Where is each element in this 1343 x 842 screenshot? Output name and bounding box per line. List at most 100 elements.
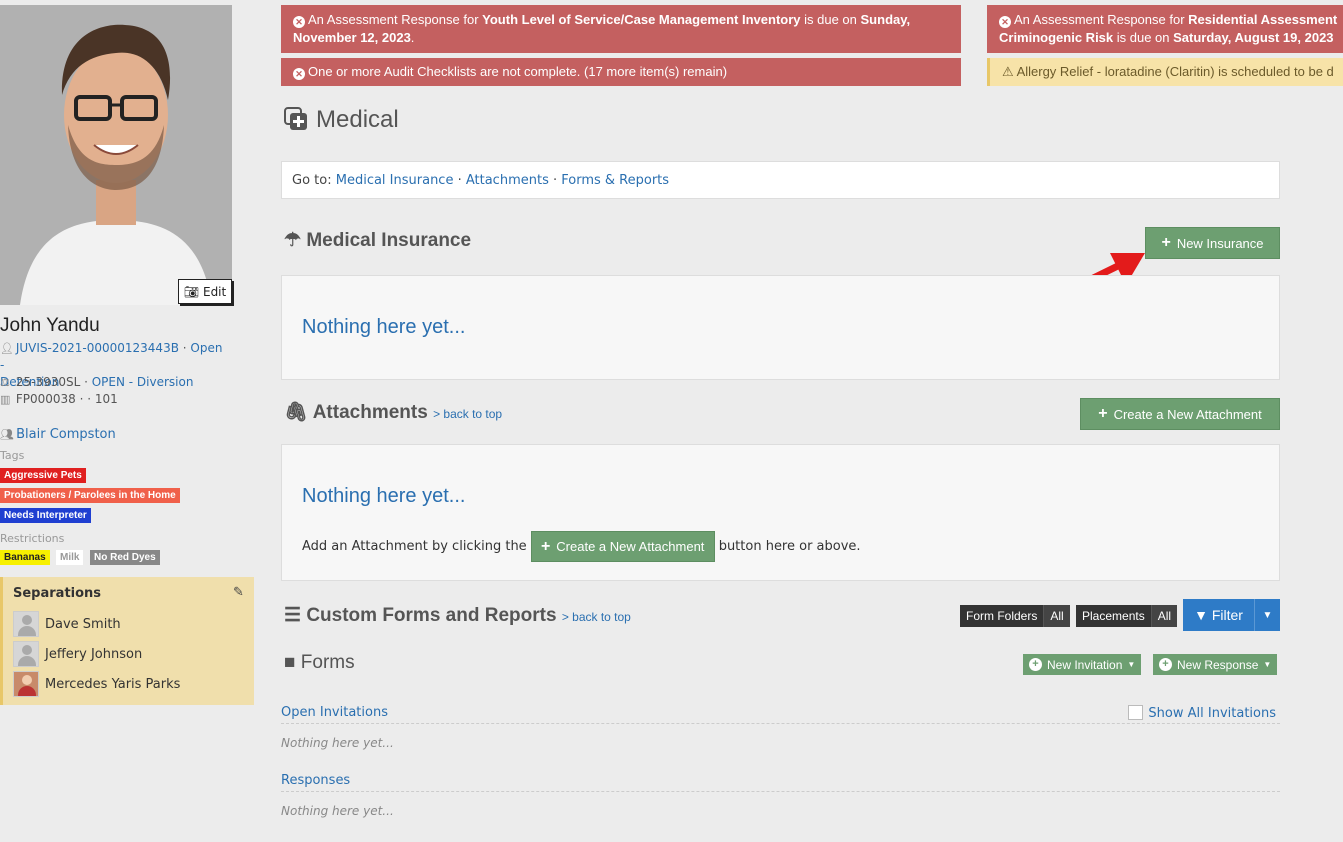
tag-probationers: Probationers / Parolees in the Home <box>0 488 180 503</box>
plus-icon: + <box>540 537 551 555</box>
responses-header: Responses <box>281 773 1280 792</box>
tag-needs-interpreter: Needs Interpreter <box>0 508 91 523</box>
alert-text: An Assessment Response for <box>308 12 483 27</box>
insurance-empty-message: Nothing here yet... <box>302 316 466 338</box>
inline-create-attachment-button[interactable]: + Create a New Attachment <box>530 531 715 562</box>
custom-forms-title: Custom Forms and Reports <box>306 605 557 626</box>
placements-button[interactable]: Placements All <box>1076 605 1178 627</box>
responses-label[interactable]: Responses <box>281 773 350 788</box>
close-circle-icon[interactable]: ✕ <box>293 68 305 80</box>
separations-title: Separations <box>13 586 102 601</box>
alert-text: Allergy Relief - loratadine (Claritin) i… <box>1016 64 1334 79</box>
group-icon: 👥︎ <box>0 428 14 441</box>
forms-title: Forms <box>300 652 355 673</box>
new-insurance-button[interactable]: + New Insurance <box>1145 227 1280 259</box>
worker-info: 👥︎ Blair Compston <box>0 426 230 443</box>
camera-icon: 📷︎ <box>183 284 199 299</box>
goto-medical-insurance-link[interactable]: Medical Insurance <box>336 173 454 188</box>
responses-empty-message: Nothing here yet... <box>281 804 394 818</box>
separation-person[interactable]: Dave Smith <box>13 611 121 637</box>
separation-person[interactable]: Mercedes Yaris Parks <box>13 671 180 697</box>
alert-medication-schedule[interactable]: ⚠ Allergy Relief - loratadine (Claritin)… <box>987 58 1343 86</box>
edit-icon[interactable]: ✎ <box>233 585 244 600</box>
chevron-down-icon[interactable]: ▼ <box>1254 599 1280 631</box>
building-icon: ▥ <box>0 393 11 406</box>
back-to-top-link[interactable]: > back to top <box>562 610 631 624</box>
plus-icon: + <box>1098 405 1108 422</box>
alert-text: An Assessment Response for <box>1014 12 1189 27</box>
tag-aggressive-pets: Aggressive Pets <box>0 468 86 483</box>
profile-photo <box>0 5 232 305</box>
create-attachment-label: Create a New Attachment <box>1113 406 1262 422</box>
avatar <box>13 671 39 697</box>
placements-label: Placements <box>1082 609 1145 623</box>
new-invitation-label: New Invitation <box>1047 657 1123 672</box>
facility-info: ▥ FP000038 · · 101 <box>0 391 230 408</box>
case-id-link[interactable]: JUVIS-2021-00000123443B <box>16 341 179 355</box>
back-to-top-link[interactable]: > back to top <box>433 407 502 421</box>
scale-icon: ⚖ <box>0 376 10 389</box>
list-icon: ☰ <box>284 605 302 626</box>
paperclip-icon: 🖇︎ <box>284 402 309 423</box>
avatar <box>13 611 39 637</box>
separations-panel: Separations ✎ Dave Smith Jeffery Johnson… <box>0 577 254 705</box>
hint-text: Add an Attachment by clicking the <box>302 539 527 554</box>
medical-insurance-heading: ☂ Medical Insurance <box>284 229 471 252</box>
alert-assessment-due[interactable]: ✕ An Assessment Response for Youth Level … <box>281 5 961 53</box>
alert-text: is due on <box>1113 30 1174 45</box>
docket-status-link[interactable]: OPEN - Diversion <box>92 375 194 389</box>
open-invitations-label[interactable]: Open Invitations <box>281 705 388 720</box>
close-circle-icon[interactable]: ✕ <box>293 16 305 28</box>
docket-info: ⚖ 25-3930SL · OPEN - Diversion <box>0 375 194 389</box>
new-response-label: New Response <box>1177 657 1259 672</box>
warning-icon: ⚠ <box>1002 64 1014 79</box>
caret-down-icon: ▼ <box>1127 660 1136 669</box>
worker-link[interactable]: Blair Compston <box>16 427 116 442</box>
goto-label: Go to: <box>292 173 336 188</box>
new-response-button[interactable]: + New Response ▼ <box>1153 654 1278 675</box>
show-all-invitations[interactable]: Show All Invitations <box>1128 705 1276 721</box>
show-all-checkbox[interactable] <box>1128 705 1144 720</box>
inline-create-attachment-label: Create a New Attachment <box>556 539 705 554</box>
form-folders-value: All <box>1043 605 1070 627</box>
medical-plus-icon <box>284 107 308 131</box>
avatar <box>13 641 39 667</box>
edit-photo-label: Edit <box>202 284 227 299</box>
separation-name: Mercedes Yaris Parks <box>45 676 181 692</box>
goto-attachments-link[interactable]: Attachments <box>466 173 549 188</box>
edit-photo-button[interactable]: 📷︎ Edit <box>178 279 232 304</box>
alert-audit-checklists[interactable]: ✕ One or more Audit Checklists are not co… <box>281 58 961 86</box>
restrictions-label: Restrictions <box>0 532 65 545</box>
filter-button[interactable]: ▼ Filter ▼ <box>1183 599 1280 631</box>
attachments-heading: 🖇︎ Attachments > back to top <box>284 400 502 424</box>
person-icon: 👤︎ <box>0 342 14 355</box>
goto-forms-reports-link[interactable]: Forms & Reports <box>561 173 669 188</box>
alert-assessment-name-2: Criminogenic Risk <box>999 30 1114 45</box>
medical-insurance-title: Medical Insurance <box>306 230 472 251</box>
insurance-panel: Nothing here yet... <box>281 275 1280 380</box>
new-invitation-button[interactable]: + New Invitation ▼ <box>1023 654 1142 675</box>
placements-value: All <box>1150 605 1178 627</box>
filter-main[interactable]: ▼ Filter <box>1183 607 1254 623</box>
docket-number: 25-3930SL <box>15 375 81 389</box>
restriction-milk: Milk <box>56 550 84 565</box>
attachments-panel: Nothing here yet... Add an Attachment by… <box>281 444 1280 581</box>
create-attachment-button[interactable]: + Create a New Attachment <box>1080 398 1280 430</box>
plus-icon: + <box>1161 234 1171 251</box>
alert-residential-assessment[interactable]: ✕ An Assessment Response for Residential … <box>987 5 1343 53</box>
hint-text: button here or above. <box>718 539 861 554</box>
attachments-hint: Add an Attachment by clicking the + Crea… <box>302 531 861 562</box>
filter-label: Filter <box>1211 607 1243 623</box>
separation-name: Dave Smith <box>45 616 121 632</box>
goto-bar: Go to: Medical Insurance · Attachments ·… <box>281 161 1280 199</box>
facility-text: FP000038 · · 101 <box>15 392 118 406</box>
separation-person[interactable]: Jeffery Johnson <box>13 641 142 667</box>
alert-assessment-name: Residential Assessment <box>1188 12 1338 27</box>
form-folders-button[interactable]: Form Folders All <box>960 605 1070 627</box>
form-folders-label: Form Folders <box>966 609 1038 623</box>
close-circle-icon[interactable]: ✕ <box>999 16 1011 28</box>
umbrella-icon: ☂ <box>284 230 302 251</box>
alert-assessment-name: Youth Level of Service/Case Management I… <box>482 12 801 27</box>
invitations-empty-message: Nothing here yet... <box>281 736 394 750</box>
forms-heading: ■ Forms <box>284 652 355 674</box>
